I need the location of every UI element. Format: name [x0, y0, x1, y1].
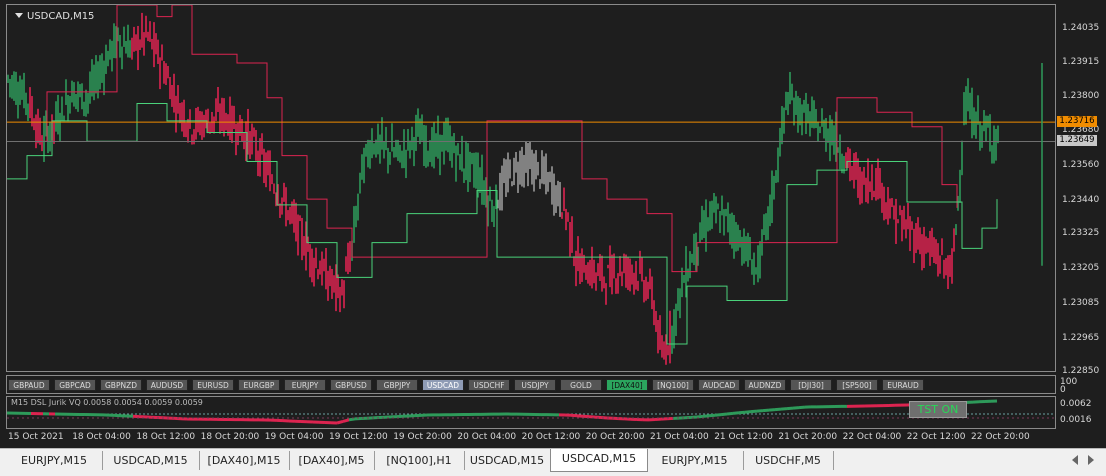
indicator-line-segment: [703, 416, 709, 417]
symbol-button[interactable]: GOLD: [560, 379, 602, 391]
subwindow-tick-label: 0.0016: [1060, 415, 1092, 425]
indicator-line-segment: [343, 420, 349, 422]
symbol-button[interactable]: GBPCAD: [54, 379, 96, 391]
indicator-line-segment: [763, 410, 769, 411]
symbol-button[interactable]: EURGBP: [238, 379, 280, 391]
indicator-line-segment: [733, 413, 739, 414]
tab-scroll-right-icon[interactable]: [1088, 455, 1094, 465]
time-tick-label: 15 Oct 2021: [8, 432, 64, 442]
symbol-title: USDCAD,M15: [15, 11, 94, 22]
indicator-line-segment: [751, 411, 757, 412]
symbol-button[interactable]: GBPUSD: [330, 379, 372, 391]
indicator-line-segment: [727, 413, 733, 414]
indicator-line-segment: [715, 415, 721, 416]
symbol-button[interactable]: GBPAUD: [8, 379, 50, 391]
symbol-button-bar: GBPAUD GBPCAD GBPNZD AUDUSD EURUSD EURGBP EURJ…: [6, 375, 1056, 394]
price-chart-svg[interactable]: [7, 5, 1056, 372]
price-tick-label: 1.23085: [1058, 298, 1106, 308]
indicator-line-segment: [775, 409, 781, 410]
symbol-button[interactable]: GBPJPY: [376, 379, 418, 391]
symbol-button[interactable]: USDCAD: [422, 379, 464, 391]
horizontal-line-price-tag: 1.23716: [1057, 116, 1097, 127]
chart-window[interactable]: USDCAD,M15 1.240351.239151.238001.236801…: [0, 0, 1106, 448]
chart-tab[interactable]: USDCHF,M5: [743, 451, 834, 470]
indicator-line-segment: [721, 414, 727, 415]
indicator-line-segment: [745, 412, 751, 413]
price-tick-label: 1.24035: [1058, 23, 1106, 33]
time-tick-label: 21 Oct 12:00: [714, 432, 773, 442]
chart-tab[interactable]: EURJPY,M15: [646, 451, 744, 470]
price-tick-label: 1.22965: [1058, 333, 1106, 343]
indicator-line-segment: [793, 408, 799, 409]
chart-tab-bar: EURJPY,M15USDCAD,M15[DAX40],M15[DAX40],M…: [0, 448, 1106, 476]
indicator-line-segment: [769, 410, 775, 411]
indicator-subwindow[interactable]: M15 DSL Jurik VQ 0.0058 0.0054 0.0059 0.…: [6, 396, 1056, 429]
lower-stop-band: [7, 104, 997, 345]
chart-tab[interactable]: USDCAD,M15: [550, 449, 648, 472]
symbol-button[interactable]: [NQ100]: [652, 379, 694, 391]
chart-tab[interactable]: USDCAD,M15: [464, 451, 551, 470]
symbol-title-text: USDCAD,M15: [27, 11, 94, 22]
indicator-line-segment: [349, 419, 355, 420]
price-tick-label: 1.23205: [1058, 263, 1106, 273]
time-tick-label: 22 Oct 04:00: [843, 432, 902, 442]
chart-tab[interactable]: [DAX40],M5: [289, 451, 375, 470]
chart-tab[interactable]: [NQ100],H1: [374, 451, 465, 470]
time-tick-label: 22 Oct 12:00: [907, 432, 966, 442]
time-tick-label: 19 Oct 12:00: [329, 432, 388, 442]
symbol-button[interactable]: [SP500]: [836, 379, 878, 391]
bid-price-tag: 1.23649: [1057, 135, 1097, 146]
chart-tab[interactable]: EURJPY,M15: [6, 451, 103, 470]
indicator-line-segment: [787, 408, 793, 409]
indicator-line-segment: [799, 407, 805, 408]
subwindow-tick-label: 0.0062: [1060, 399, 1092, 409]
symbol-button[interactable]: [DAX40]: [606, 379, 648, 391]
symbol-button[interactable]: EURUSD: [192, 379, 234, 391]
time-tick-label: 20 Oct 12:00: [522, 432, 581, 442]
time-tick-label: 18 Oct 04:00: [72, 432, 131, 442]
symbol-button[interactable]: AUDUSD: [146, 379, 188, 391]
chart-tab[interactable]: USDCAD,M15: [102, 451, 200, 470]
dropdown-triangle-icon[interactable]: [15, 13, 23, 18]
symbol-button[interactable]: [DJI30]: [790, 379, 832, 391]
time-tick-label: 21 Oct 20:00: [778, 432, 837, 442]
symbol-button[interactable]: EURJPY: [284, 379, 326, 391]
indicator-line-segment: [757, 411, 763, 412]
time-tick-label: 18 Oct 12:00: [136, 432, 195, 442]
tst-status-badge[interactable]: TST ON: [909, 401, 967, 418]
time-tick-label: 20 Oct 04:00: [457, 432, 516, 442]
time-tick-label: 18 Oct 20:00: [201, 432, 260, 442]
indicator-line-segment: [781, 409, 787, 410]
price-tick-label: 1.23325: [1058, 228, 1106, 238]
time-tick-label: 22 Oct 20:00: [971, 432, 1030, 442]
chart-tab[interactable]: [DAX40],M15: [199, 451, 290, 470]
price-tick-label: 1.22850: [1058, 366, 1106, 376]
indicator-line-segment: [697, 416, 703, 417]
symbol-button[interactable]: AUDCAD: [698, 379, 740, 391]
tab-scroll-left-icon[interactable]: [1072, 455, 1078, 465]
time-tick-label: 19 Oct 04:00: [265, 432, 324, 442]
main-price-plot[interactable]: USDCAD,M15: [6, 4, 1056, 372]
price-tick-label: 1.23440: [1058, 195, 1106, 205]
symbol-button[interactable]: USDJPY: [514, 379, 556, 391]
time-tick-label: 19 Oct 20:00: [393, 432, 452, 442]
indicator-line-segment: [709, 415, 715, 416]
price-tick-label: 1.23915: [1058, 57, 1106, 67]
price-tick-label: 1.23560: [1058, 160, 1106, 170]
price-tick-label: 1.23800: [1058, 91, 1106, 101]
symbol-button[interactable]: GBPNZD: [100, 379, 142, 391]
symbol-button[interactable]: EURAUD: [882, 379, 924, 391]
subwindow-tick-label: 0: [1060, 385, 1066, 395]
indicator-line-segment: [739, 412, 745, 413]
indicator-line-segment: [337, 421, 343, 423]
time-tick-label: 21 Oct 04:00: [650, 432, 709, 442]
symbol-button[interactable]: USDCHF: [468, 379, 510, 391]
time-tick-label: 20 Oct 20:00: [586, 432, 645, 442]
symbol-button[interactable]: AUDNZD: [744, 379, 786, 391]
indicator-label: M15 DSL Jurik VQ 0.0058 0.0054 0.0059 0.…: [11, 398, 203, 407]
